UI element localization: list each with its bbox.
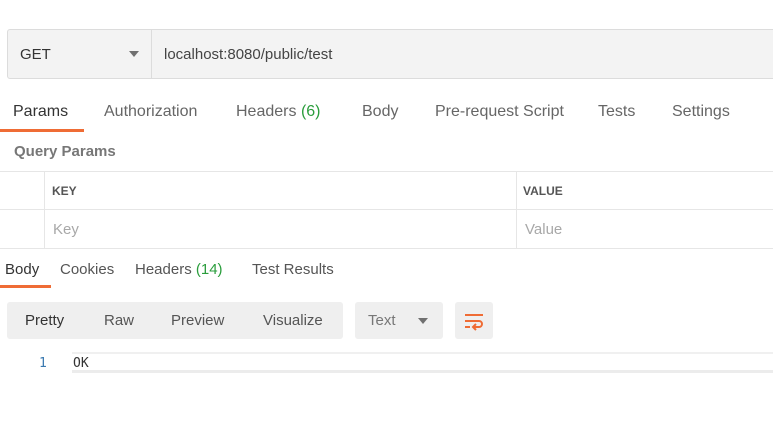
active-tab-indicator bbox=[0, 129, 84, 132]
format-label: Text bbox=[368, 312, 396, 329]
key-input[interactable]: Key bbox=[53, 221, 79, 238]
tab-settings[interactable]: Settings bbox=[672, 103, 730, 121]
visualize-button[interactable]: Visualize bbox=[263, 312, 323, 329]
column-divider bbox=[44, 172, 45, 249]
response-tabs: Body Cookies Headers (14) Test Results bbox=[0, 256, 773, 290]
request-bar: GET localhost:8080/public/test bbox=[7, 29, 773, 79]
preview-button[interactable]: Preview bbox=[171, 312, 224, 329]
pretty-button[interactable]: Pretty bbox=[25, 312, 64, 329]
response-tab-test-results[interactable]: Test Results bbox=[252, 261, 334, 278]
raw-button[interactable]: Raw bbox=[104, 312, 134, 329]
response-tab-cookies[interactable]: Cookies bbox=[60, 261, 114, 278]
format-select[interactable]: Text bbox=[355, 302, 443, 339]
method-label: GET bbox=[20, 45, 51, 63]
tab-pre-request-script[interactable]: Pre-request Script bbox=[435, 103, 564, 121]
code-scrollbar[interactable] bbox=[72, 370, 773, 373]
wrap-lines-icon bbox=[465, 313, 483, 331]
response-tab-headers[interactable]: Headers (14) bbox=[135, 261, 223, 278]
method-select[interactable]: GET bbox=[8, 30, 152, 78]
chevron-down-icon bbox=[418, 318, 428, 324]
code-divider bbox=[72, 352, 773, 354]
key-column-header: KEY bbox=[52, 184, 77, 198]
response-tab-body[interactable]: Body bbox=[5, 261, 39, 278]
value-column-header: VALUE bbox=[523, 184, 563, 198]
wrap-lines-button[interactable] bbox=[455, 302, 493, 339]
response-tab-headers-count: (14) bbox=[195, 261, 223, 278]
request-tabs: Params Authorization Headers (6) Body Pr… bbox=[0, 96, 773, 132]
tab-body[interactable]: Body bbox=[362, 103, 398, 121]
view-mode-segmented: Pretty Raw Preview Visualize bbox=[7, 302, 343, 339]
tab-tests[interactable]: Tests bbox=[598, 103, 635, 121]
tab-params[interactable]: Params bbox=[13, 103, 68, 121]
column-divider bbox=[516, 172, 517, 249]
table-row: Key Value bbox=[0, 210, 773, 249]
value-input[interactable]: Value bbox=[525, 221, 562, 238]
table-header-row: KEY VALUE bbox=[0, 172, 773, 210]
tab-headers[interactable]: Headers (6) bbox=[236, 103, 321, 121]
response-body-text[interactable]: OK bbox=[73, 356, 89, 371]
active-response-tab-indicator bbox=[0, 285, 51, 288]
chevron-down-icon bbox=[129, 51, 139, 57]
tab-headers-count: (6) bbox=[300, 103, 321, 120]
query-params-table: KEY VALUE Key Value bbox=[0, 171, 773, 249]
tab-authorization[interactable]: Authorization bbox=[104, 103, 197, 121]
line-number: 1 bbox=[39, 356, 47, 371]
url-input[interactable]: localhost:8080/public/test bbox=[152, 30, 773, 78]
response-tab-headers-label: Headers bbox=[135, 261, 192, 278]
query-params-title: Query Params bbox=[14, 143, 116, 160]
tab-headers-label: Headers bbox=[236, 103, 297, 120]
